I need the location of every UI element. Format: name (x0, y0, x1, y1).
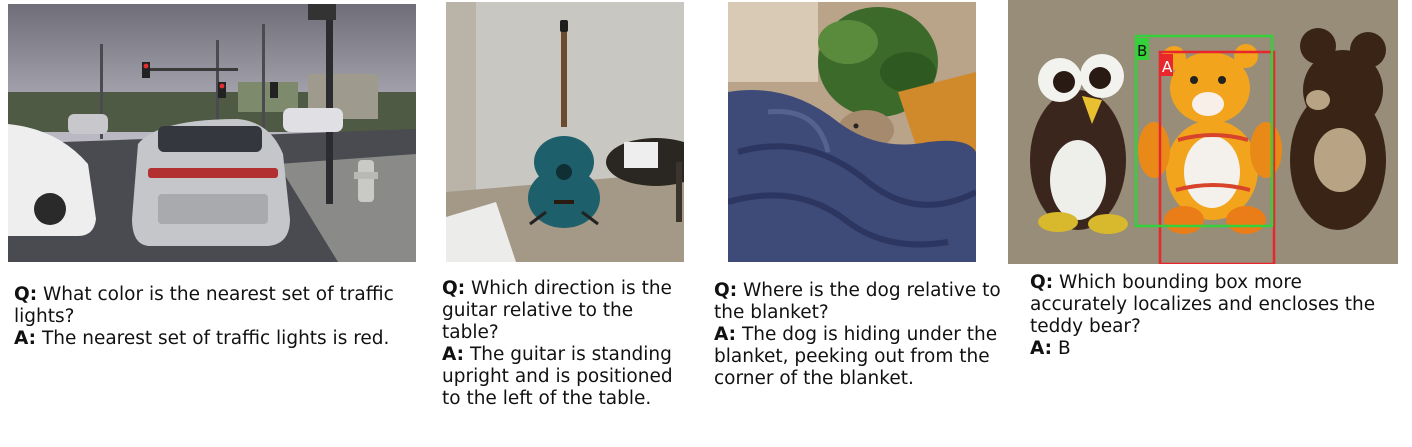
answer-3: A: The dog is hiding under the blanket, … (714, 324, 998, 389)
question-1: Q: What color is the nearest set of traf… (14, 284, 394, 327)
question-2: Q: Which direction is the guitar relativ… (442, 278, 672, 343)
guitar-image (446, 2, 684, 262)
dog-blanket-image (728, 2, 976, 262)
box-a-label: A (1162, 58, 1173, 76)
question-4: Q: Which bounding box more accurately lo… (1030, 272, 1376, 337)
box-b-label: B (1137, 42, 1147, 60)
knitted-toys-image: A B (1008, 0, 1398, 264)
panel-4-qa: Q: Which bounding box more accurately lo… (1030, 272, 1404, 360)
panel-3-qa: Q: Where is the dog relative to the blan… (714, 280, 1004, 390)
question-3: Q: Where is the dog relative to the blan… (714, 280, 1001, 323)
answer-1: A: The nearest set of traffic lights is … (14, 328, 390, 349)
street-scene-image (8, 4, 416, 262)
answer-2: A: The guitar is standing upright and is… (442, 344, 673, 409)
panel-2-qa: Q: Which direction is the guitar relativ… (442, 278, 692, 410)
panel-1-qa: Q: What color is the nearest set of traf… (14, 284, 424, 350)
answer-4: A: B (1030, 338, 1071, 359)
